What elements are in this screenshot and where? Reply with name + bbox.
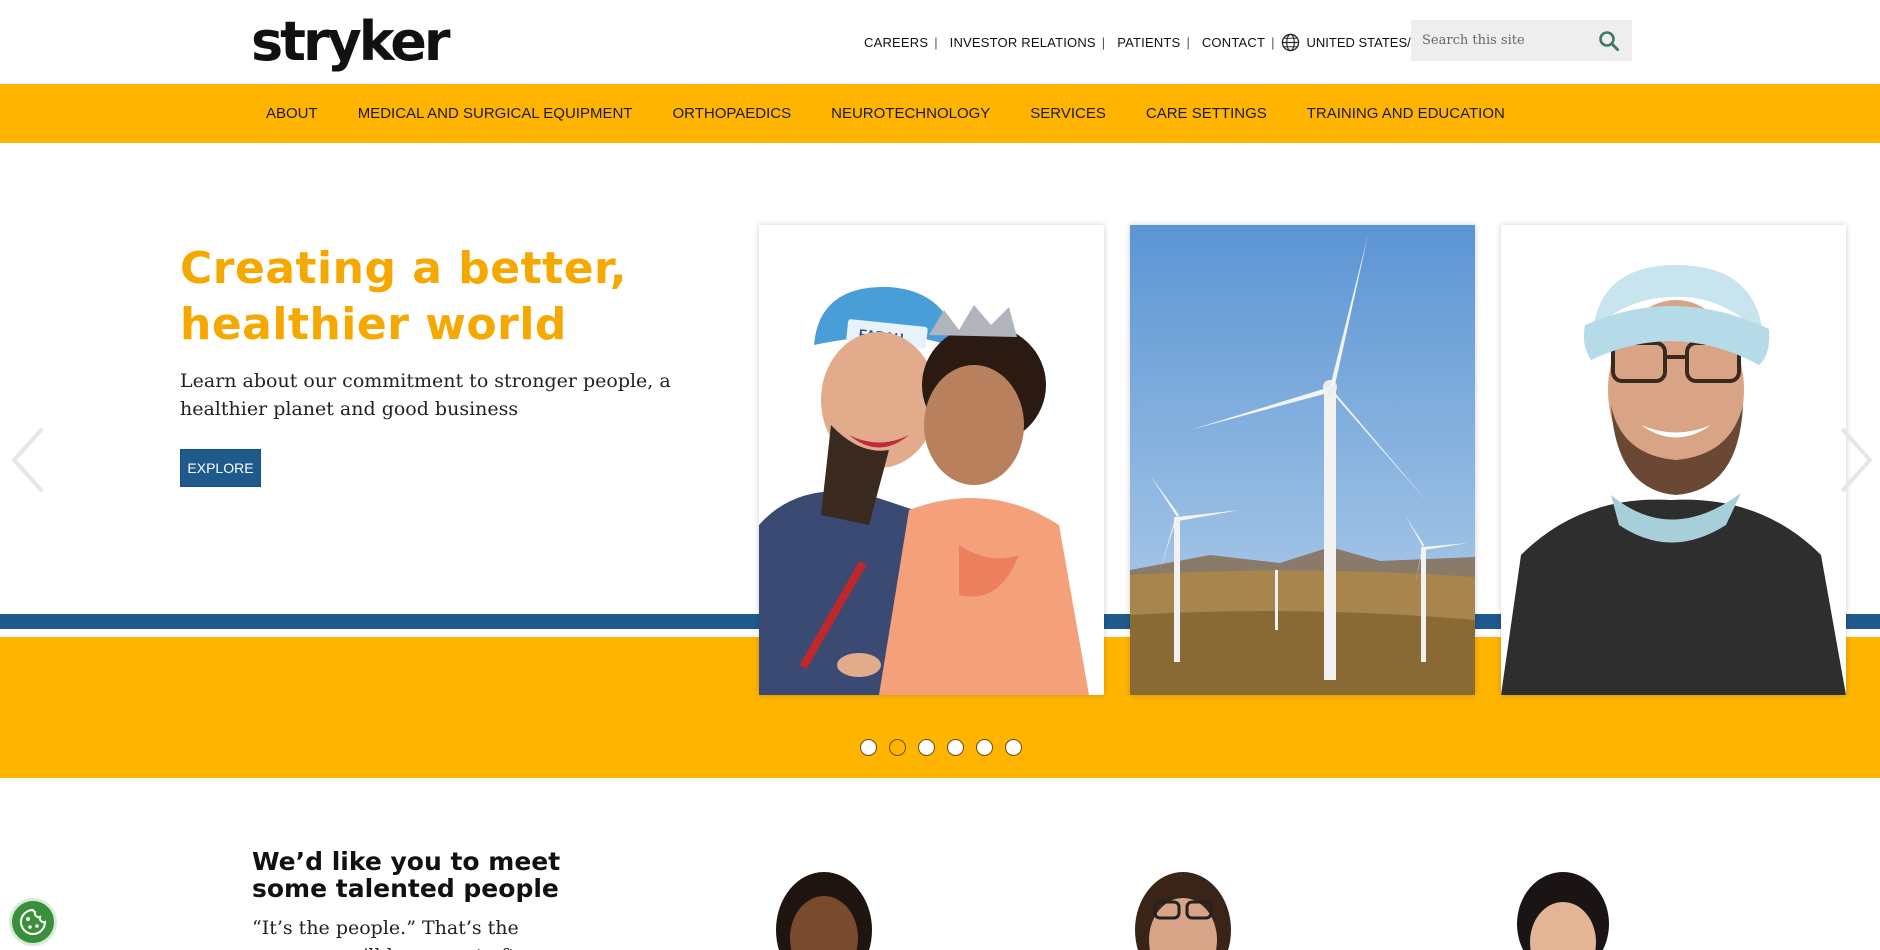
- carousel-dot-3[interactable]: [918, 739, 935, 756]
- nav-item-services[interactable]: SERVICES: [1016, 105, 1120, 122]
- utility-link-investor-relations[interactable]: INVESTOR RELATIONS: [944, 35, 1102, 50]
- search-box: [1411, 20, 1632, 61]
- hero-description: Learn about our commitment to stronger p…: [180, 370, 671, 420]
- person-photo-3[interactable]: [1508, 860, 1618, 950]
- carousel-dot-6[interactable]: [1005, 739, 1022, 756]
- nav-item-training-education[interactable]: TRAINING AND EDUCATION: [1293, 105, 1519, 122]
- chevron-right-icon: [1840, 427, 1873, 493]
- person-photo-1[interactable]: [769, 860, 879, 950]
- utility-separator: |: [1271, 34, 1275, 50]
- utility-nav: CAREERS | INVESTOR RELATIONS | PATIENTS …: [858, 32, 1468, 52]
- person-photo-2[interactable]: [1128, 860, 1238, 950]
- hero-title-line1: Creating a better,: [180, 243, 627, 294]
- search-input[interactable]: [1411, 20, 1581, 61]
- people-heading-line2: some talented people: [252, 874, 559, 903]
- utility-link-contact[interactable]: CONTACT: [1196, 35, 1271, 50]
- explore-button[interactable]: EXPLORE: [180, 449, 261, 487]
- hero-card-surgeon[interactable]: [1501, 225, 1846, 695]
- hero-carousel: Creating a better, healthier world Learn…: [0, 143, 1880, 778]
- hero-title-line2: healthier world: [180, 299, 567, 350]
- nav-item-about[interactable]: ABOUT: [252, 105, 332, 122]
- carousel-dot-4[interactable]: [947, 739, 964, 756]
- utility-link-patients[interactable]: PATIENTS: [1111, 35, 1186, 50]
- carousel-dot-2[interactable]: [889, 739, 906, 756]
- utility-separator: |: [934, 34, 938, 50]
- main-nav: ABOUT MEDICAL AND SURGICAL EQUIPMENT ORT…: [0, 84, 1880, 143]
- cookie-settings-button[interactable]: [9, 898, 57, 946]
- carousel-dot-1[interactable]: [860, 739, 877, 756]
- hero-title: Creating a better, healthier world: [180, 241, 740, 353]
- hero-card-nurse-child[interactable]: FARAH: [759, 225, 1104, 695]
- cookie-icon: [20, 908, 47, 935]
- chevron-left-icon: [11, 427, 44, 493]
- people-heading: We’d like you to meet some talented peop…: [252, 848, 612, 902]
- utility-separator: |: [1101, 34, 1106, 50]
- utility-separator: |: [1186, 34, 1190, 50]
- search-icon[interactable]: [1598, 30, 1620, 52]
- carousel-pagination: [860, 739, 1034, 756]
- carousel-dot-5[interactable]: [976, 739, 993, 756]
- nav-item-care-settings[interactable]: CARE SETTINGS: [1132, 105, 1281, 122]
- nav-item-medical-surgical[interactable]: MEDICAL AND SURGICAL EQUIPMENT: [344, 105, 647, 122]
- stryker-logo[interactable]: stryker: [251, 12, 451, 72]
- people-intro-text: “It’s the people.” That’s the answer you…: [252, 917, 539, 950]
- nav-item-orthopaedics[interactable]: ORTHOPAEDICS: [658, 105, 805, 122]
- site-header: stryker CAREERS | INVESTOR RELATIONS | P…: [0, 0, 1880, 84]
- nav-item-neurotechnology[interactable]: NEUROTECHNOLOGY: [817, 105, 1004, 122]
- globe-icon[interactable]: [1280, 32, 1300, 52]
- hero-card-wind-turbines[interactable]: [1130, 225, 1475, 695]
- people-heading-line1: We’d like you to meet: [252, 847, 561, 876]
- carousel-next-button[interactable]: [1838, 426, 1874, 494]
- utility-link-careers[interactable]: CAREERS: [858, 35, 934, 50]
- carousel-prev-button[interactable]: [10, 426, 46, 494]
